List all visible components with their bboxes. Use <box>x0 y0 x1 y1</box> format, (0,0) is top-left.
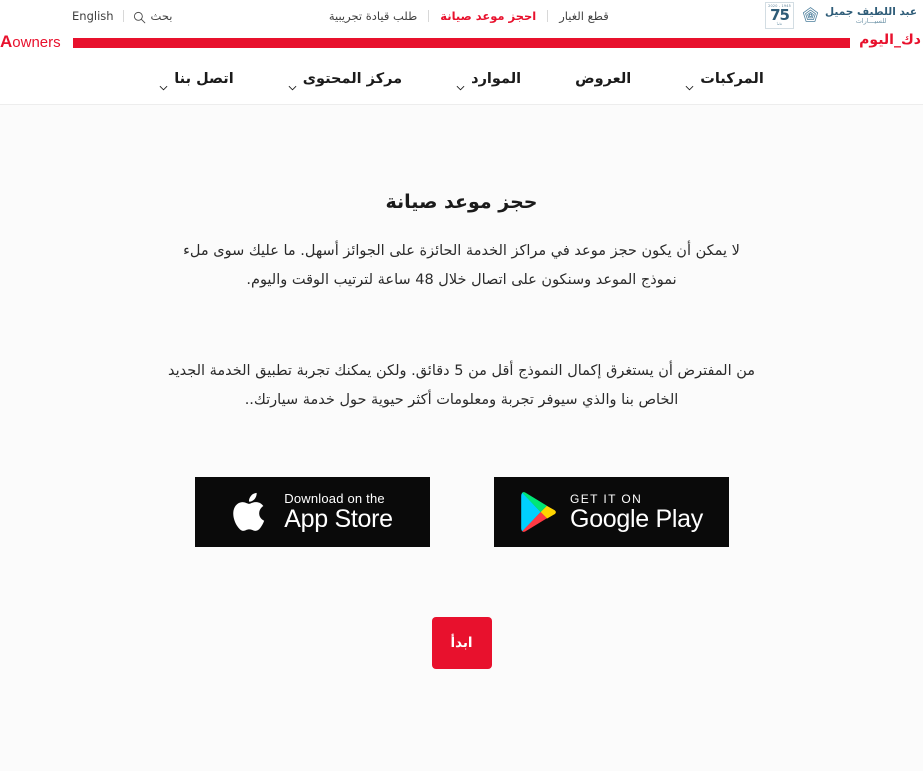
main-content: حجز موعد صيانة لا يمكن أن يكون حجز موعد … <box>0 105 923 748</box>
nav-item-contact-us[interactable]: اتصل بنا <box>132 70 261 90</box>
search-button[interactable]: بحث <box>133 8 173 24</box>
nav-item-vehicles[interactable]: المركبات <box>658 70 791 90</box>
nav-item-label: اتصل بنا <box>174 70 234 87</box>
anniversary-sub: عاماً <box>776 22 783 27</box>
marquee-text-left: Aowners <box>0 32 61 52</box>
nav-item-resources[interactable]: الموارد <box>429 70 548 90</box>
main-navigation: المركبات العروض الموارد مركز المحتوى اتص… <box>0 53 923 105</box>
utility-link-test-drive[interactable]: طلب قيادة تجريبية <box>318 9 428 23</box>
anniversary-badge: 1945 - 2020 75 عاماً <box>765 2 795 29</box>
google-play-badge[interactable]: GET IT ON Google Play <box>493 477 729 547</box>
chevron-down-icon <box>159 76 168 90</box>
chevron-down-icon <box>288 76 297 90</box>
nav-divider <box>122 9 124 22</box>
intro-paragraph-2: من المفترض أن يستغرق إكمال النموذج أقل م… <box>167 363 756 408</box>
marquee-text-left-rest: owners <box>12 34 61 51</box>
site-header: عبد اللطيف جميل للسيـــارات 1945 - 2020 … <box>0 0 923 105</box>
google-play-text: GET IT ON Google Play <box>570 492 703 532</box>
brand-name-arabic: عبد اللطيف جميل <box>825 5 917 18</box>
app-store-badges: Download on the App Store GET IT ON Goog… <box>194 477 729 547</box>
nav-item-label: المركبات <box>700 70 764 87</box>
nav-item-label: مركز المحتوى <box>302 70 403 87</box>
brand-lockup-container[interactable]: عبد اللطيف جميل للسيـــارات 1945 - 2020 … <box>765 2 917 29</box>
app-store-text: Download on the App Store <box>284 491 393 534</box>
nav-divider <box>547 9 549 22</box>
google-play-small-text: GET IT ON <box>570 491 643 506</box>
google-play-icon <box>519 491 557 533</box>
utility-link-spare-parts[interactable]: قطع الغيار <box>548 9 619 23</box>
utility-left-group: English بحث <box>72 8 173 24</box>
nav-item-label: الموارد <box>471 70 522 87</box>
utility-bar: عبد اللطيف جميل للسيـــارات 1945 - 2020 … <box>0 0 923 31</box>
app-store-small-text: Download on the <box>284 491 385 507</box>
chevron-down-icon <box>456 76 465 90</box>
app-store-big-text: App Store <box>284 505 393 534</box>
nav-divider <box>428 9 430 22</box>
chevron-down-icon <box>685 76 694 90</box>
google-play-big-text: Google Play <box>570 504 703 533</box>
marquee-text-right: دك_اليوم <box>859 32 921 48</box>
search-label: بحث <box>150 8 173 23</box>
brand-lockup[interactable]: عبد اللطيف جميل للسيـــارات 1945 - 2020 … <box>765 2 917 29</box>
apple-icon <box>231 489 271 536</box>
marquee-red-bar <box>73 38 850 48</box>
page-title: حجز موعد صيانة <box>385 191 538 213</box>
brand-name-block: عبد اللطيف جميل للسيـــارات <box>801 6 917 26</box>
search-icon[interactable] <box>133 9 146 24</box>
brand-flower-logo-icon <box>801 6 820 25</box>
utility-nav: قطع الغيار احجز موعد صيانة طلب قيادة تجر… <box>318 9 620 23</box>
nav-item-label: العروض <box>575 70 632 87</box>
brand-subtitle-arabic: للسيـــارات <box>855 16 887 25</box>
start-button[interactable]: ابدأ <box>431 617 492 669</box>
nav-item-offers[interactable]: العروض <box>548 71 658 87</box>
utility-link-book-service[interactable]: احجز موعد صيانة <box>429 9 547 23</box>
nav-item-content-center[interactable]: مركز المحتوى <box>261 70 429 90</box>
anniversary-number: 75 <box>770 6 790 25</box>
app-store-badge[interactable]: Download on the App Store <box>194 477 430 547</box>
language-toggle[interactable]: English <box>72 9 114 23</box>
promo-marquee: دك_اليوم Aowners <box>0 31 923 53</box>
intro-paragraph-1: لا يمكن أن يكون حجز موعد في مراكز الخدمة… <box>183 243 740 288</box>
marquee-text-left-initial: A <box>0 32 13 51</box>
